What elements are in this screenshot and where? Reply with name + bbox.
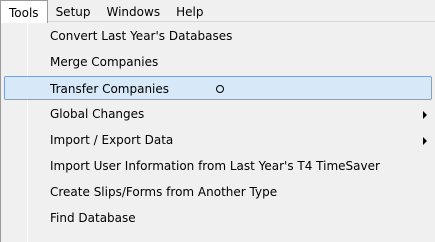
menu-item-label: Import User Information from Last Year's… [50,159,380,173]
menu-icon-gutter [27,22,28,242]
menu-item-global-changes[interactable]: Global Changes [37,102,429,126]
tools-dropdown-menu: Convert Last Year's Databases Merge Comp… [0,22,435,242]
menu-item-find-database[interactable]: Find Database [37,206,429,230]
submenu-arrow-icon [423,111,427,119]
menu-item-label: Find Database [50,211,136,225]
menu-windows[interactable]: Windows [99,0,169,21]
menu-tools[interactable]: Tools [0,0,48,23]
menu-item-convert-databases[interactable]: Convert Last Year's Databases [37,24,429,48]
menu-item-merge-companies[interactable]: Merge Companies [37,50,429,74]
menu-item-label: Merge Companies [50,55,159,69]
menu-item-import-user-info[interactable]: Import User Information from Last Year's… [37,154,429,178]
cursor-indicator-icon [216,85,224,93]
menu-setup[interactable]: Setup [48,0,99,21]
menu-item-create-slips-forms[interactable]: Create Slips/Forms from Another Type [37,180,429,204]
menu-item-label: Create Slips/Forms from Another Type [50,185,278,199]
menu-item-label: Global Changes [50,107,145,121]
menu-item-label: Convert Last Year's Databases [50,29,233,43]
menu-item-import-export-data[interactable]: Import / Export Data [37,128,429,152]
menu-item-label: Transfer Companies [50,82,170,96]
menu-item-label: Import / Export Data [50,133,174,147]
submenu-arrow-icon [423,137,427,145]
menu-item-transfer-companies[interactable]: Transfer Companies [4,76,432,100]
menu-help[interactable]: Help [168,0,211,21]
menu-bar: Tools Setup Windows Help [0,0,435,23]
